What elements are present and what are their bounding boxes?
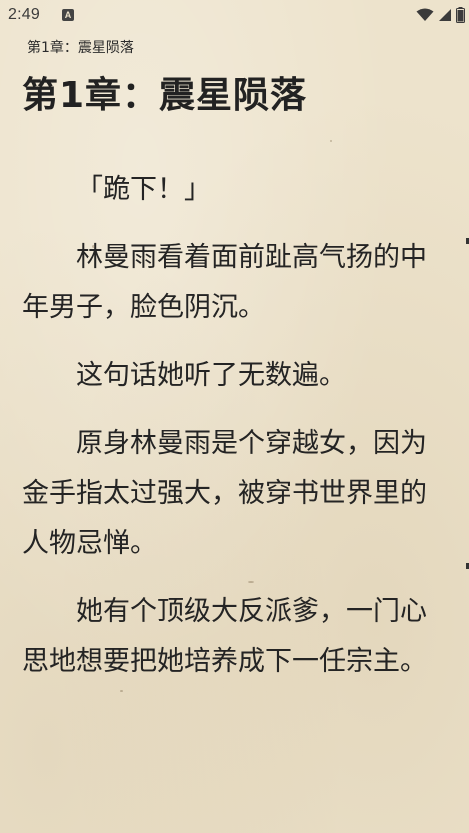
status-time: 2:49: [8, 6, 40, 23]
wifi-icon: [416, 8, 434, 22]
paper-speck: [92, 245, 95, 248]
paper-speck: [330, 140, 332, 142]
app-notification-icon: A: [62, 9, 74, 21]
paper-speck: [248, 581, 254, 583]
status-bar: 2:49 A: [0, 0, 469, 32]
paragraph: 原身林曼雨是个穿越女，因为金手指太过强大，被穿书世界里的人物忌惮。: [22, 428, 427, 559]
chapter-title: 第1章：震星陨落: [22, 75, 308, 116]
battery-icon: [456, 7, 465, 23]
paragraph: 这句话她听了无数遍。: [76, 360, 346, 391]
paragraph: 林曼雨看着面前趾高气扬的中年男子，脸色阴沉。: [22, 242, 427, 323]
paragraph: 她有个顶级大反派爹，一门心思地想要把她培养成下一任宗主。: [22, 596, 427, 677]
paragraph: 「跪下！」: [76, 174, 211, 205]
chapter-content[interactable]: 「跪下！」 林曼雨看着面前趾高气扬的中年男子，脸色阴沉。 这句话她听了无数遍。 …: [22, 165, 450, 705]
running-chapter-header: 第1章：震星陨落: [27, 40, 134, 56]
reader-screen[interactable]: 2:49 A 第1章：震星陨落 第1章：震星陨落 「跪下！」 林曼雨看着面前趾高…: [0, 0, 469, 833]
paper-speck: [120, 690, 123, 692]
cellular-signal-icon: [438, 8, 452, 22]
status-icons: [416, 6, 465, 24]
